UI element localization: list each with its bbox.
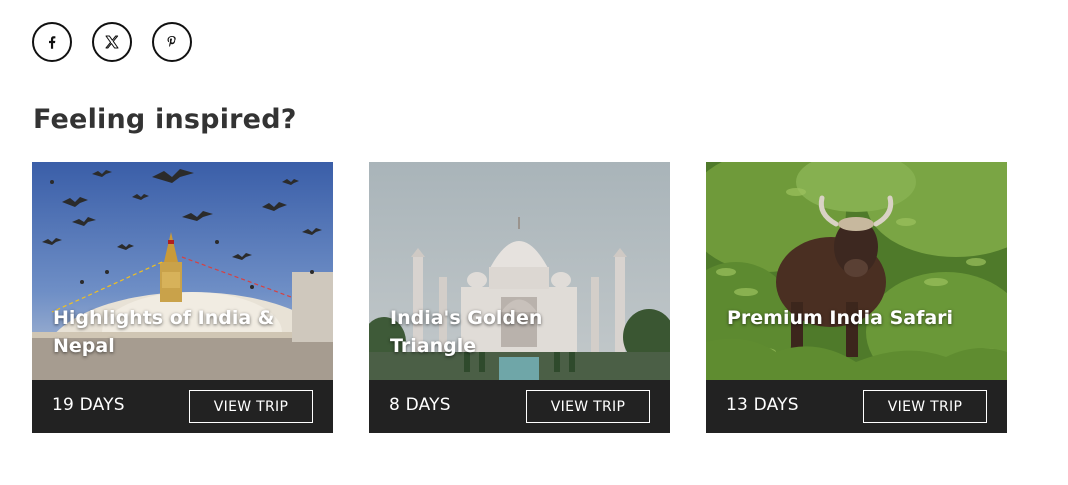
trip-cards: Highlights of India & Nepal 19 DAYS VIEW…: [32, 162, 1007, 433]
trip-duration: 8 DAYS: [389, 395, 451, 415]
trip-title: India's Golden Triangle: [390, 307, 543, 357]
social-share-row: [32, 22, 192, 62]
facebook-icon: [49, 36, 56, 49]
trip-card[interactable]: Highlights of India & Nepal 19 DAYS VIEW…: [32, 162, 333, 433]
trip-title: Highlights of India & Nepal: [53, 307, 275, 357]
facebook-share-button[interactable]: [32, 22, 72, 62]
trip-card[interactable]: Premium India Safari 13 DAYS VIEW TRIP: [706, 162, 1007, 433]
trip-card[interactable]: India's Golden Triangle 8 DAYS VIEW TRIP: [369, 162, 670, 433]
view-trip-button[interactable]: VIEW TRIP: [863, 390, 987, 423]
trip-footer: 13 DAYS VIEW TRIP: [706, 380, 1007, 433]
trip-duration: 13 DAYS: [726, 395, 799, 415]
trip-footer: 8 DAYS VIEW TRIP: [369, 380, 670, 433]
section-heading: Feeling inspired?: [33, 104, 297, 135]
x-icon: [105, 35, 119, 49]
view-trip-button[interactable]: VIEW TRIP: [526, 390, 650, 423]
x-share-button[interactable]: [92, 22, 132, 62]
pinterest-icon: [167, 36, 176, 47]
trip-footer: 19 DAYS VIEW TRIP: [32, 380, 333, 433]
trip-image-gaur: [706, 162, 1007, 380]
trip-title: Premium India Safari: [727, 307, 954, 329]
trip-duration: 19 DAYS: [52, 395, 125, 415]
pinterest-share-button[interactable]: [152, 22, 192, 62]
view-trip-button[interactable]: VIEW TRIP: [189, 390, 313, 423]
